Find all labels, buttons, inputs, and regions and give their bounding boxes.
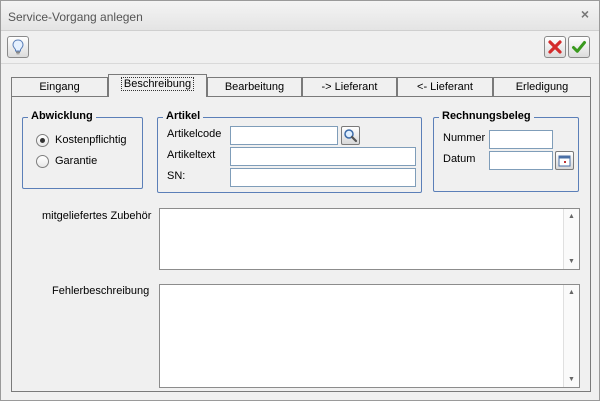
scroll-up-arrow-icon[interactable]: ▲ (568, 213, 575, 220)
abwicklung-group: Abwicklung Kostenpflichtig Garantie (22, 110, 143, 189)
tab-erledigung[interactable]: Erledigung (493, 77, 591, 97)
scroll-down-arrow-icon[interactable]: ▼ (568, 376, 575, 383)
radio-button[interactable] (36, 155, 49, 168)
nummer-label: Nummer (443, 132, 486, 144)
artikel-search-button[interactable] (341, 126, 360, 145)
cancel-button[interactable] (544, 36, 566, 58)
scroll-up-arrow-icon[interactable]: ▲ (568, 289, 575, 296)
radio-button[interactable] (36, 134, 49, 147)
artikelcode-input[interactable] (230, 126, 338, 145)
artikel-title: Artikel (163, 110, 204, 122)
title-bar: Service-Vorgang anlegen × (1, 1, 599, 31)
fehlerbeschreibung-textarea[interactable]: ▲ ▼ (159, 284, 580, 388)
green-check-icon (572, 41, 586, 53)
artikeltext-input[interactable] (230, 147, 416, 166)
artikeltext-label: Artikeltext (167, 149, 216, 161)
datum-picker-button[interactable] (555, 151, 574, 170)
artikel-group: Artikel Artikelcode Artikeltext SN: (157, 110, 422, 193)
hint-button[interactable] (7, 36, 29, 58)
datum-input[interactable] (489, 151, 553, 170)
radio-label: Kostenpflichtig (55, 134, 127, 146)
close-icon[interactable]: × (581, 6, 589, 22)
fehlerbeschreibung-label: Fehlerbeschreibung (52, 285, 150, 297)
scroll-down-arrow-icon[interactable]: ▼ (568, 258, 575, 265)
tab-von-lieferant[interactable]: <- Lieferant (397, 77, 493, 97)
datum-label: Datum (443, 153, 476, 165)
sn-label: SN: (167, 170, 186, 182)
abwicklung-title: Abwicklung (28, 110, 96, 122)
tab-an-lieferant[interactable]: -> Lieferant (302, 77, 397, 97)
ok-button[interactable] (568, 36, 590, 58)
tab-bearbeitung[interactable]: Bearbeitung (207, 77, 302, 97)
radio-label: Garantie (55, 155, 98, 167)
tab-bar: Eingang Beschreibung Bearbeitung -> Lief… (11, 74, 591, 97)
zubehoer-label: mitgeliefertes Zubehör (42, 210, 152, 222)
window-title: Service-Vorgang anlegen (8, 10, 143, 24)
lightbulb-icon (12, 39, 24, 55)
artikelcode-label: Artikelcode (167, 128, 222, 140)
rechnungsbeleg-group: Rechnungsbeleg Nummer Datum (433, 110, 579, 192)
service-vorgang-window: Service-Vorgang anlegen × Eingang Beschr… (0, 0, 600, 401)
magnifier-icon (344, 129, 358, 143)
rechnungsbeleg-title: Rechnungsbeleg (439, 110, 534, 122)
calendar-icon (558, 155, 571, 167)
tab-eingang[interactable]: Eingang (11, 77, 108, 97)
zubehoer-scrollbar[interactable]: ▲ ▼ (563, 209, 579, 269)
zubehoer-textarea[interactable]: ▲ ▼ (159, 208, 580, 270)
fehler-scrollbar[interactable]: ▲ ▼ (563, 285, 579, 387)
red-x-icon (548, 40, 562, 54)
nummer-input[interactable] (489, 130, 553, 149)
tab-beschreibung[interactable]: Beschreibung (108, 74, 207, 97)
sn-input[interactable] (230, 168, 416, 187)
toolbar (1, 32, 599, 64)
beschreibung-panel: Abwicklung Kostenpflichtig Garantie Arti… (11, 96, 591, 392)
